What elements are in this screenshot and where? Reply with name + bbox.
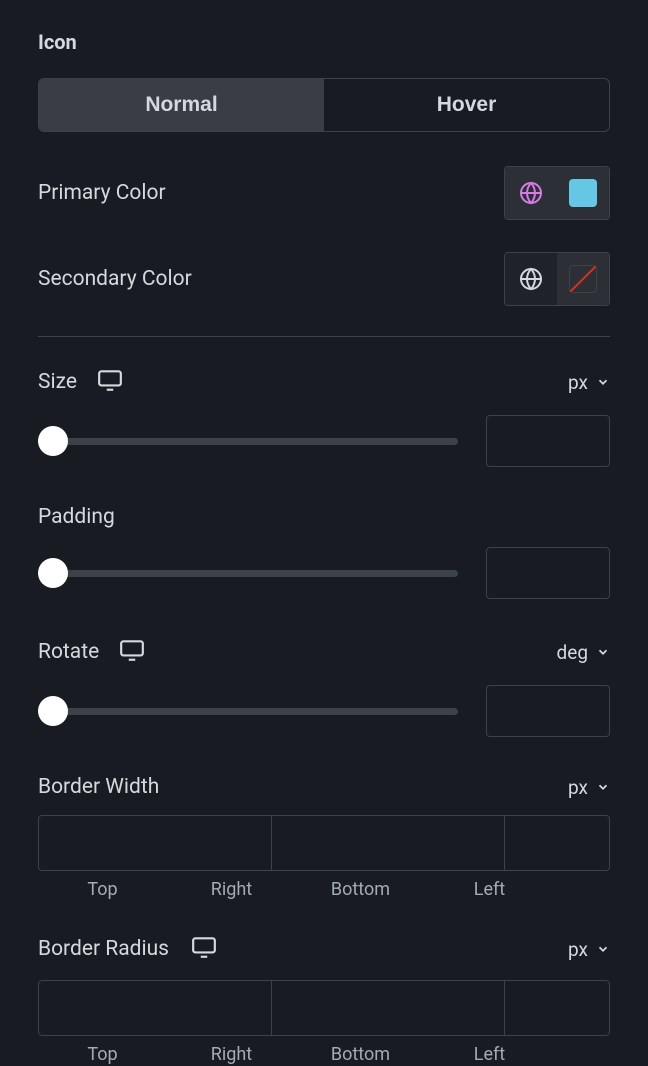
primary-color-swatch[interactable]	[557, 167, 609, 219]
rotate-label: Rotate	[38, 640, 99, 664]
border-radius-label: Border Radius	[38, 937, 169, 961]
tab-hover[interactable]: Hover	[324, 79, 609, 131]
border-width-inputs	[38, 815, 610, 871]
responsive-icon[interactable]	[119, 637, 145, 667]
chevron-down-icon	[596, 645, 610, 659]
responsive-icon[interactable]	[191, 934, 217, 964]
border-radius-unit-selector[interactable]: px	[568, 938, 610, 961]
border-width-right-input[interactable]	[272, 816, 505, 870]
side-label-bottom: Bottom	[296, 1044, 425, 1065]
border-radius-side-labels: Top Right Bottom Left	[38, 1044, 610, 1065]
border-width-top-input[interactable]	[39, 816, 272, 870]
rotate-section: Rotate deg	[38, 637, 610, 737]
divider	[38, 336, 610, 337]
size-input[interactable]	[486, 415, 610, 467]
border-width-unit-selector[interactable]: px	[568, 776, 610, 799]
size-section: Size px	[38, 367, 610, 467]
border-radius-bottom-input[interactable]	[505, 981, 610, 1035]
chevron-down-icon	[596, 375, 610, 389]
padding-label: Padding	[38, 505, 115, 529]
section-title: Icon	[38, 30, 610, 54]
border-width-side-labels: Top Right Bottom Left	[38, 879, 610, 900]
slider-track	[38, 570, 458, 577]
size-label: Size	[38, 370, 77, 394]
side-label-right: Right	[167, 1044, 296, 1065]
rotate-input[interactable]	[486, 685, 610, 737]
rotate-unit-label: deg	[557, 641, 588, 664]
primary-color-control	[504, 166, 610, 220]
border-width-bottom-input[interactable]	[505, 816, 610, 870]
primary-color-row: Primary Color	[38, 166, 610, 220]
border-radius-unit-label: px	[568, 938, 588, 961]
no-color-icon	[569, 265, 597, 293]
chevron-down-icon	[596, 780, 610, 794]
border-width-section: Border Width px Top Right Bottom Left	[38, 775, 610, 900]
primary-color-label: Primary Color	[38, 181, 166, 205]
primary-color-global-button[interactable]	[505, 167, 557, 219]
chevron-down-icon	[596, 942, 610, 956]
border-width-label: Border Width	[38, 775, 159, 799]
slider-track	[38, 438, 458, 445]
border-radius-top-input[interactable]	[39, 981, 272, 1035]
border-radius-right-input[interactable]	[272, 981, 505, 1035]
secondary-color-label: Secondary Color	[38, 267, 192, 291]
tab-normal[interactable]: Normal	[39, 79, 324, 131]
primary-color-chip	[569, 179, 597, 207]
border-radius-section: Border Radius px Top Right Bottom Left	[38, 934, 610, 1065]
size-slider[interactable]	[38, 427, 458, 455]
slider-thumb[interactable]	[38, 426, 68, 456]
globe-icon	[519, 267, 543, 291]
rotate-unit-selector[interactable]: deg	[557, 641, 610, 664]
padding-input[interactable]	[486, 547, 610, 599]
slider-thumb[interactable]	[38, 696, 68, 726]
padding-slider[interactable]	[38, 559, 458, 587]
size-unit-label: px	[568, 371, 588, 394]
rotate-slider[interactable]	[38, 697, 458, 725]
padding-section: Padding	[38, 505, 610, 599]
side-label-bottom: Bottom	[296, 879, 425, 900]
tab-switcher: Normal Hover	[38, 78, 610, 132]
globe-icon	[519, 181, 543, 205]
side-label-left: Left	[425, 879, 554, 900]
side-label-top: Top	[38, 1044, 167, 1065]
secondary-color-swatch[interactable]	[557, 253, 609, 305]
side-label-top: Top	[38, 879, 167, 900]
slider-thumb[interactable]	[38, 558, 68, 588]
secondary-color-global-button[interactable]	[505, 253, 557, 305]
responsive-icon[interactable]	[97, 367, 123, 397]
border-width-unit-label: px	[568, 776, 588, 799]
secondary-color-row: Secondary Color	[38, 252, 610, 306]
border-radius-inputs	[38, 980, 610, 1036]
secondary-color-control	[504, 252, 610, 306]
side-label-left: Left	[425, 1044, 554, 1065]
slider-track	[38, 708, 458, 715]
side-label-right: Right	[167, 879, 296, 900]
size-unit-selector[interactable]: px	[568, 371, 610, 394]
